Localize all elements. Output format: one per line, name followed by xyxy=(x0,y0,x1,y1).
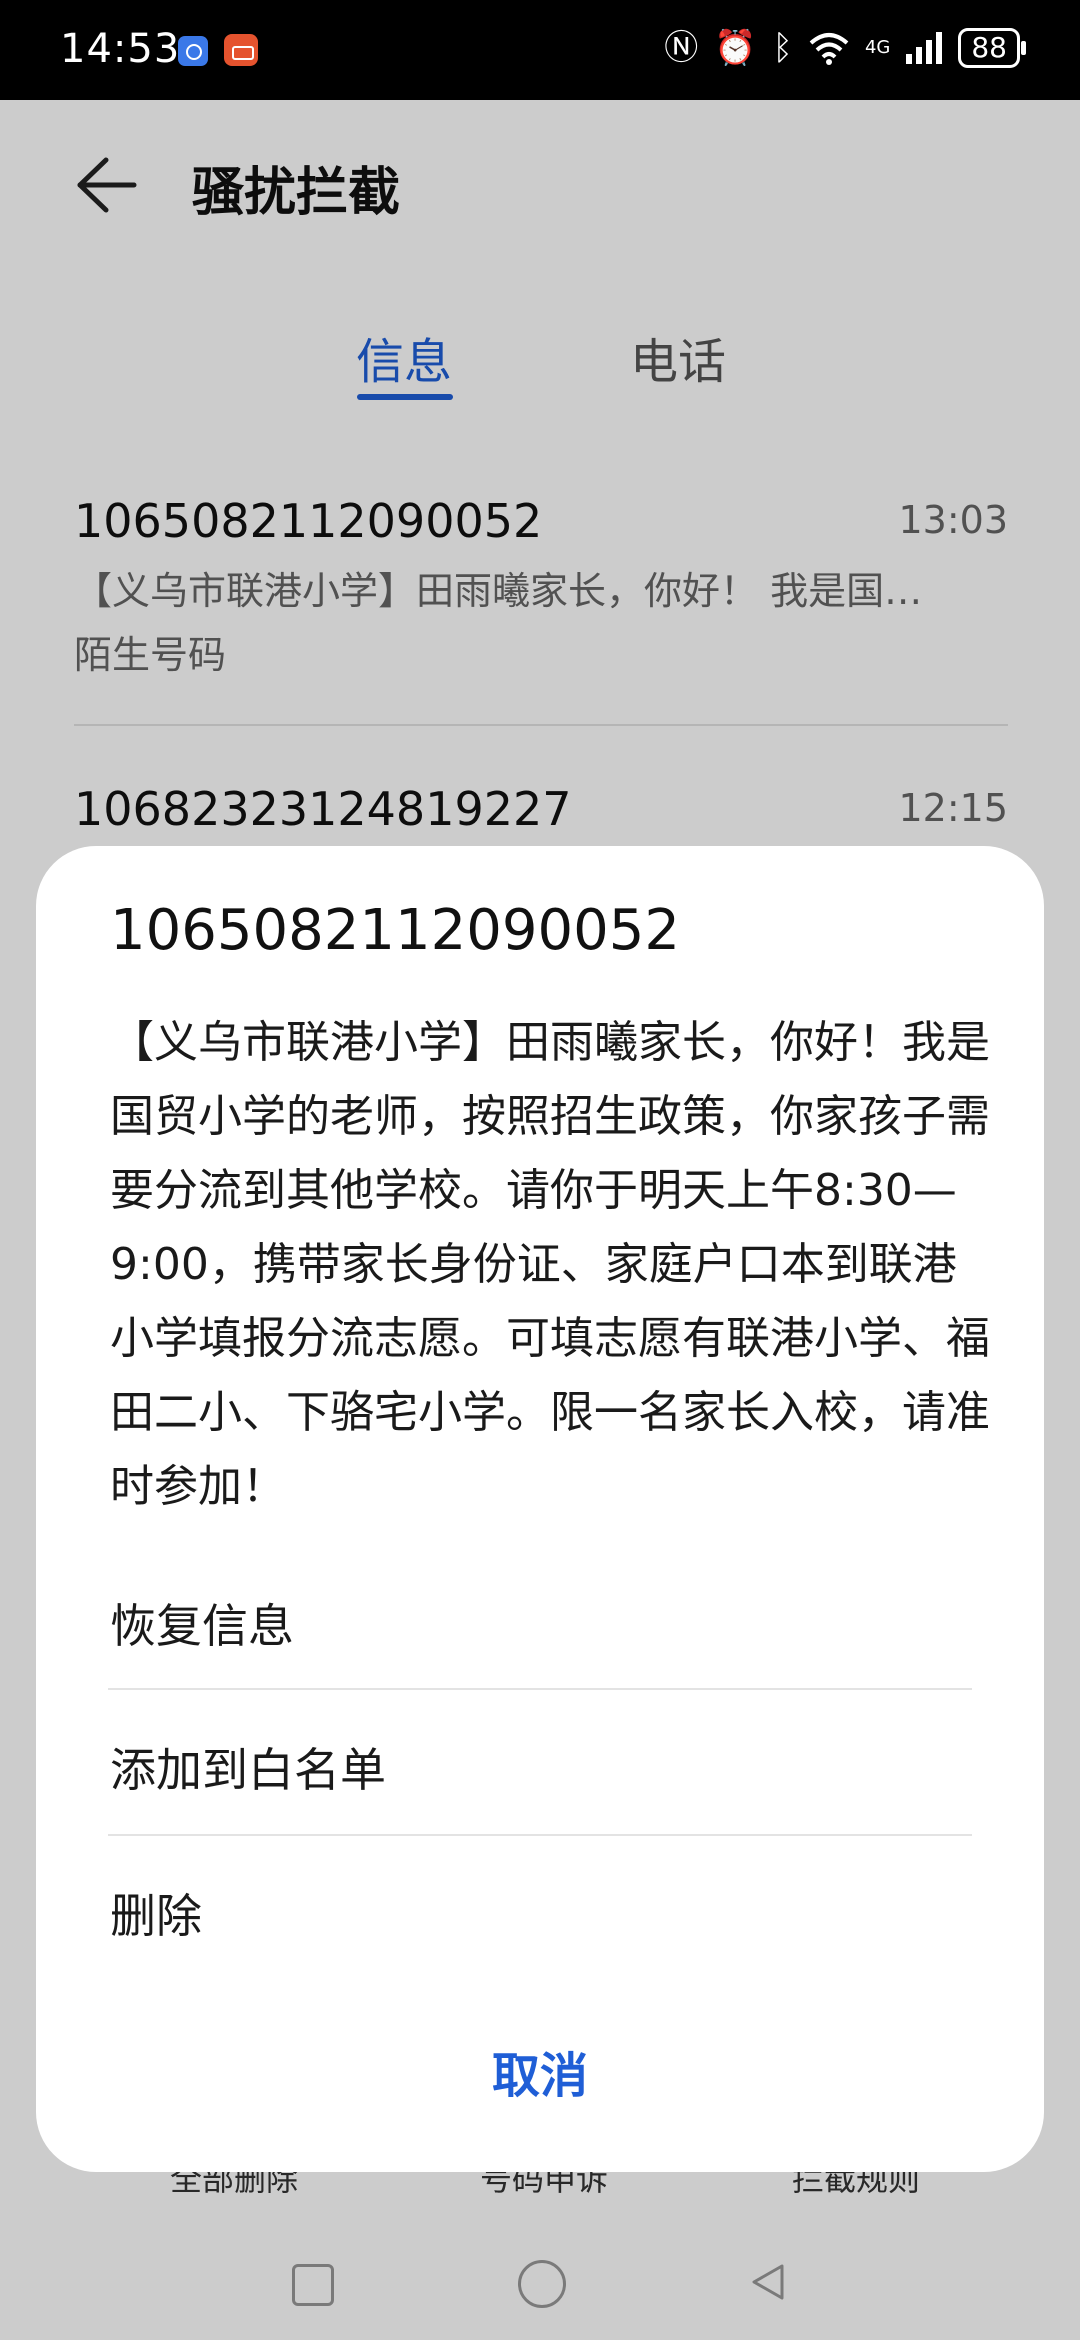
status-time: 14:53 xyxy=(60,26,181,72)
message-options-dialog: 1065082112090052 【义乌市联港小学】田雨曦家长，你好！我是国贸小… xyxy=(36,846,1044,2172)
status-bar: 14:53 Ⓝ ⏰ ᛒ 4G 88 xyxy=(0,0,1080,100)
restore-message-option[interactable]: 恢复信息 xyxy=(110,1590,294,1656)
battery-icon: 88 xyxy=(958,28,1026,68)
dialog-title: 1065082112090052 xyxy=(110,898,681,963)
app-notification-icon xyxy=(224,34,258,66)
cancel-button[interactable]: 取消 xyxy=(36,2036,1044,2106)
divider xyxy=(108,1834,972,1836)
app-notification-icon xyxy=(178,36,208,66)
alarm-icon: ⏰ xyxy=(714,28,757,68)
nfc-icon: Ⓝ xyxy=(664,28,699,68)
delete-option[interactable]: 删除 xyxy=(110,1880,202,1946)
bluetooth-icon: ᛒ xyxy=(772,28,793,68)
add-to-whitelist-option[interactable]: 添加到白名单 xyxy=(110,1734,386,1800)
wifi-icon xyxy=(809,33,849,65)
divider xyxy=(108,1688,972,1690)
status-icons: Ⓝ ⏰ ᛒ 4G 88 xyxy=(664,28,1026,68)
dialog-message-body: 【义乌市联港小学】田雨曦家长，你好！我是国贸小学的老师，按照招生政策，你家孩子需… xyxy=(110,1017,990,1512)
signal-icon xyxy=(906,32,943,64)
network-type: 4G xyxy=(864,37,891,58)
